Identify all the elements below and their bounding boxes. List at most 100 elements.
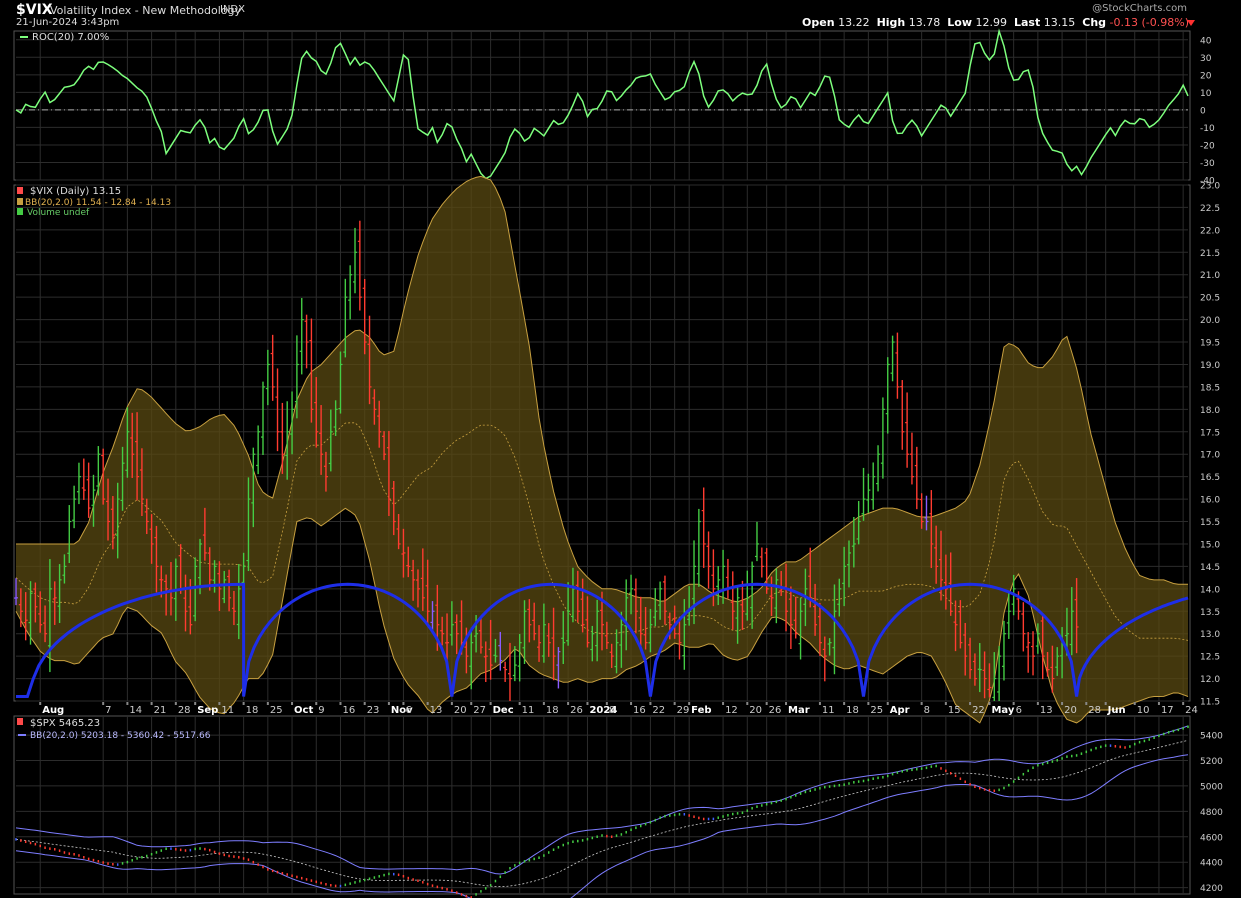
vix-tick-label: 13.0 — [1200, 630, 1220, 640]
roc-tick-label: 10 — [1200, 89, 1212, 99]
x-axis-tick — [605, 702, 608, 705]
x-axis-tick — [315, 702, 318, 705]
vix-tick-label: 17.5 — [1200, 428, 1220, 438]
x-axis-label: May — [991, 705, 1014, 716]
x-axis-label: Sep — [197, 705, 218, 716]
x-axis-label: 28 — [178, 705, 191, 716]
vix-volume-legend-swatch — [17, 208, 23, 215]
spx-bb-legend: BB(20,2.0) 5203.18 - 5360.42 - 5517.66 — [30, 731, 211, 741]
x-axis-tick — [765, 702, 768, 705]
x-axis-label: 11 — [522, 705, 535, 716]
vix-tick-label: 15.5 — [1200, 518, 1220, 528]
vix-tick-label: 23.0 — [1200, 182, 1220, 192]
spx-bb-upper-line — [15, 725, 1189, 875]
x-axis-tick — [818, 702, 821, 705]
x-axis-tick — [426, 702, 429, 705]
x-axis-tick — [126, 702, 129, 705]
x-axis-tick — [1012, 702, 1015, 705]
x-axis-tick — [470, 702, 473, 705]
vix-tick-label: 12.5 — [1200, 653, 1220, 663]
x-axis-tick — [969, 702, 972, 705]
vix-tick-label: 12.0 — [1200, 675, 1220, 685]
vix-tick-label: 13.5 — [1200, 608, 1220, 618]
x-axis-tick — [218, 702, 221, 705]
x-axis-tick — [586, 702, 589, 705]
vix-tick-label: 22.0 — [1200, 226, 1220, 236]
vix-tick-label: 14.5 — [1200, 563, 1220, 573]
x-axis-tick — [266, 702, 269, 705]
x-axis-tick — [102, 702, 105, 705]
vix-tick-label: 18.5 — [1200, 383, 1220, 393]
x-axis-label: 17 — [1161, 705, 1174, 716]
x-axis-tick — [988, 702, 991, 705]
x-axis-tick — [174, 702, 177, 705]
roc-legend: ROC(20) 7.00% — [32, 32, 109, 43]
x-axis-label: 10 — [1137, 705, 1150, 716]
x-axis-label: 15 — [948, 705, 961, 716]
x-axis-label: Mar — [788, 705, 810, 716]
x-axis-label: Feb — [691, 705, 711, 716]
x-axis-tick — [363, 702, 366, 705]
x-axis-label: 13 — [1040, 705, 1053, 716]
x-axis-tick — [542, 702, 545, 705]
vix-tick-label: 16.5 — [1200, 473, 1220, 483]
x-axis-tick — [339, 702, 342, 705]
spx-legend: $SPX 5465.23 — [30, 718, 100, 729]
spx-tick-label: 5400 — [1200, 732, 1223, 742]
roc-tick-label: 40 — [1200, 36, 1212, 46]
roc-tick-label: 20 — [1200, 71, 1212, 81]
x-axis-tick — [291, 702, 294, 705]
vix-tick-label: 19.5 — [1200, 339, 1220, 349]
x-axis-tick — [867, 702, 870, 705]
x-axis-label: 20 — [454, 705, 467, 716]
x-axis-tick — [39, 702, 42, 705]
x-axis-label: 11 — [822, 705, 835, 716]
vix-legend-swatch — [17, 187, 23, 194]
vix-bb-legend: BB(20,2.0) 11.54 - 12.84 - 14.13 — [25, 198, 171, 208]
x-axis-label: 22 — [972, 705, 985, 716]
spx-tick-label: 4200 — [1200, 884, 1223, 894]
x-axis-tick — [1182, 702, 1185, 705]
roc-tick-label: -20 — [1200, 141, 1215, 151]
x-axis-tick — [450, 702, 453, 705]
spx-tick-label: 5200 — [1200, 757, 1223, 767]
x-axis-label: 22 — [652, 705, 665, 716]
vix-tick-label: 19.0 — [1200, 361, 1220, 371]
vix-tick-label: 20.5 — [1200, 294, 1220, 304]
x-axis-tick — [843, 702, 846, 705]
x-axis-tick — [649, 702, 652, 705]
x-axis-tick — [402, 702, 405, 705]
x-axis-label: 27 — [473, 705, 486, 716]
x-axis-label: 25 — [870, 705, 883, 716]
x-axis-label: 18 — [846, 705, 859, 716]
spx-tick-label: 4800 — [1200, 808, 1223, 818]
x-axis-tick — [1085, 702, 1088, 705]
x-axis-tick — [518, 702, 521, 705]
x-axis-tick — [387, 702, 390, 705]
chart-canvas: 403020100-10-20-30-40ROC(20) 7.00%23.022… — [13, 28, 1223, 898]
x-axis-label: 8 — [924, 705, 930, 716]
vix-tick-label: 20.0 — [1200, 316, 1220, 326]
vix-tick-label: 21.0 — [1200, 271, 1220, 281]
x-axis-tick — [489, 702, 492, 705]
roc-tick-label: -10 — [1200, 124, 1215, 134]
x-axis-label: 26 — [570, 705, 583, 716]
x-axis-label: 14 — [129, 705, 142, 716]
x-axis-tick — [242, 702, 245, 705]
x-axis-label: Oct — [294, 705, 313, 716]
x-axis-tick — [1036, 702, 1039, 705]
vix-volume-legend: Volume undef — [27, 208, 90, 218]
x-axis-tick — [194, 702, 197, 705]
vix-bb-legend-swatch — [17, 198, 23, 205]
x-axis-label: 20 — [1064, 705, 1077, 716]
roc-tick-label: 0 — [1200, 106, 1206, 116]
x-axis-label: 24 — [1185, 705, 1198, 716]
x-axis-label: 9 — [318, 705, 324, 716]
x-axis-label: 11 — [221, 705, 234, 716]
x-axis-label: 18 — [246, 705, 259, 716]
x-axis-label: 20 — [749, 705, 762, 716]
x-axis-tick — [1157, 702, 1160, 705]
x-axis-label: 21 — [154, 705, 167, 716]
spx-tick-label: 4400 — [1200, 859, 1223, 869]
vix-legend: $VIX (Daily) 13.15 — [30, 186, 121, 197]
